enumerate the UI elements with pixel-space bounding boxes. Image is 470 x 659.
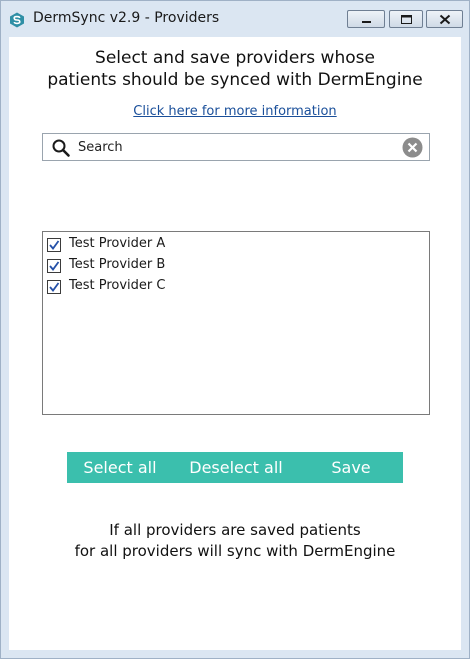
more-info-link[interactable]: Click here for more information [9,104,461,119]
close-button[interactable] [426,10,463,28]
sync-note-line-2: for all providers will sync with DermEng… [74,542,396,560]
provider-label: Test Provider B [69,257,166,272]
search-input[interactable] [78,136,388,158]
clear-search-icon[interactable] [402,137,423,158]
client-area: Select and save providers whose patients… [9,37,461,650]
title-bar[interactable]: DermSync v2.9 - Providers [1,1,469,37]
search-icon [52,139,70,157]
maximize-icon [401,15,412,24]
app-window: DermSync v2.9 - Providers Select and sav… [0,0,470,659]
checkmark-icon [49,261,60,271]
minimize-button[interactable] [347,10,385,28]
sync-note: If all providers are saved patients for … [9,520,461,562]
provider-c-checkbox[interactable] [47,280,61,294]
search-box[interactable] [42,133,430,161]
provider-label: Test Provider A [69,236,166,251]
provider-item-c[interactable]: Test Provider C [47,277,417,297]
deselect-all-button[interactable]: Deselect all [179,452,293,483]
minimize-icon [362,21,371,23]
window-title: DermSync v2.9 - Providers [33,10,220,26]
save-button[interactable]: Save [319,452,383,483]
maximize-button[interactable] [389,10,423,28]
provider-item-b[interactable]: Test Provider B [47,256,417,276]
headline-line-2: patients should be synced with DermEngin… [47,70,423,90]
checkmark-icon [49,240,60,250]
action-bar: Select all Deselect all Save [67,452,403,483]
provider-list[interactable]: Test Provider A Test Provider B Test Pro… [42,231,430,415]
sync-note-line-1: If all providers are saved patients [109,521,361,539]
provider-item-a[interactable]: Test Provider A [47,235,417,255]
provider-b-checkbox[interactable] [47,259,61,273]
page-title: Select and save providers whose patients… [9,47,461,91]
dermsync-logo-icon [10,12,24,28]
select-all-button[interactable]: Select all [67,452,173,483]
close-icon [439,14,451,25]
provider-a-checkbox[interactable] [47,238,61,252]
checkmark-icon [49,282,60,292]
provider-label: Test Provider C [69,278,166,293]
headline-line-1: Select and save providers whose [95,48,375,68]
